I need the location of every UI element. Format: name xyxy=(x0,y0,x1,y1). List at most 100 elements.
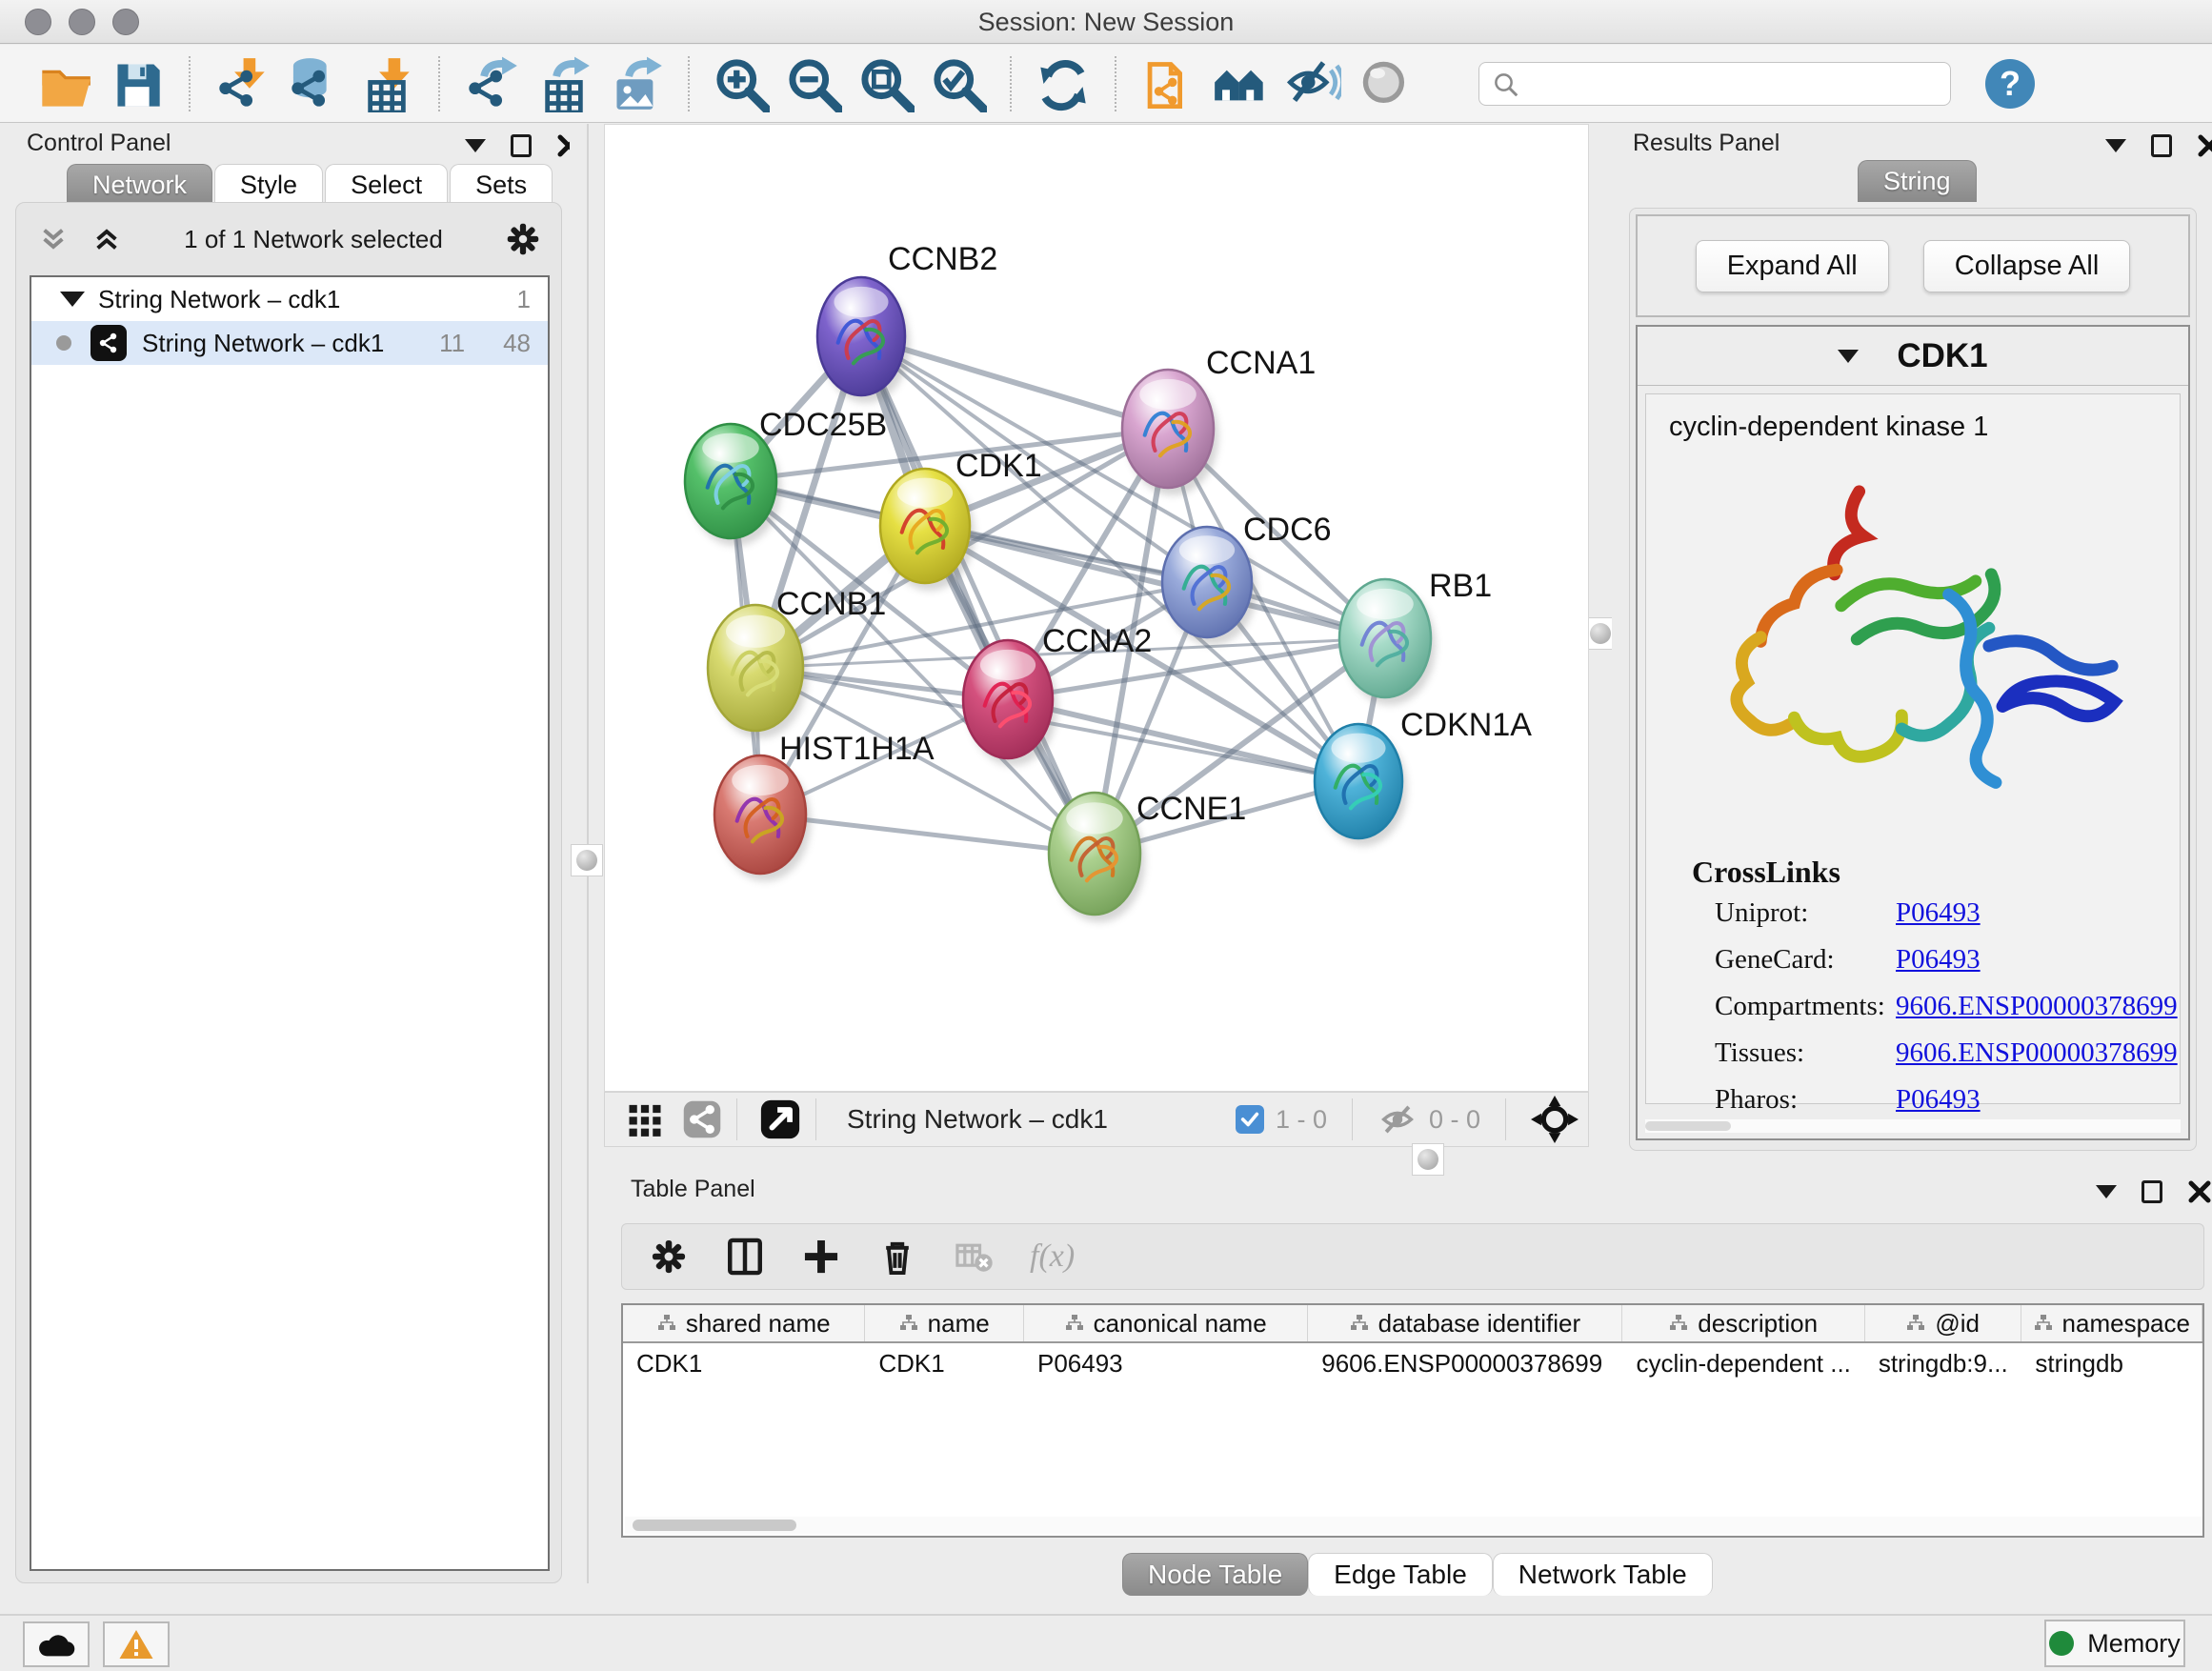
column-header-shared-name[interactable]: shared name xyxy=(623,1305,865,1341)
warning-status-button[interactable] xyxy=(103,1621,170,1667)
table-cell[interactable]: 9606.ENSP00000378699 xyxy=(1308,1343,1622,1383)
node-label-CCNB1: CCNB1 xyxy=(776,586,886,622)
gene-collapse-caret-icon[interactable] xyxy=(1838,350,1859,363)
tab-sets[interactable]: Sets xyxy=(450,164,553,206)
collapse-all-icon[interactable] xyxy=(37,224,70,254)
tab-network[interactable]: Network xyxy=(67,164,212,206)
results-panel-menu-caret-icon[interactable] xyxy=(2105,139,2126,152)
fit-content-crosshair-icon[interactable] xyxy=(1531,1096,1579,1143)
share-view-icon[interactable] xyxy=(681,1098,723,1140)
show-columns-icon[interactable] xyxy=(725,1237,765,1277)
tab-string[interactable]: String xyxy=(1858,160,1977,202)
tab-edge-table[interactable]: Edge Table xyxy=(1308,1553,1493,1596)
tab-network-table[interactable]: Network Table xyxy=(1493,1553,1713,1596)
network-node-CDKN1A[interactable]: CDKN1A xyxy=(1315,707,1532,846)
column-header--id[interactable]: @id xyxy=(1865,1305,2022,1341)
table-options-gear-icon[interactable] xyxy=(649,1237,689,1277)
expand-all-icon[interactable] xyxy=(90,224,123,254)
zoom-selected-button[interactable] xyxy=(922,51,995,116)
export-table-button[interactable] xyxy=(528,51,600,116)
left-splitter-handle[interactable] xyxy=(571,844,603,876)
table-panel-float-icon[interactable] xyxy=(2142,1180,2162,1203)
homes-button[interactable] xyxy=(1204,51,1277,116)
show-all-button[interactable] xyxy=(1349,51,1421,116)
network-node-RB1[interactable]: RB1 xyxy=(1339,568,1492,705)
column-header-description[interactable]: description xyxy=(1622,1305,1864,1341)
expand-all-button[interactable]: Expand All xyxy=(1696,240,1889,292)
bottom-splitter-handle[interactable] xyxy=(1412,1143,1444,1176)
homes-icon xyxy=(1212,55,1269,112)
table-cell[interactable]: CDK1 xyxy=(865,1343,1024,1383)
open-session-button[interactable] xyxy=(29,51,101,116)
tab-select[interactable]: Select xyxy=(325,164,448,206)
search-input[interactable] xyxy=(1478,62,1951,106)
selected-nodes-checkbox[interactable] xyxy=(1236,1105,1264,1134)
crosslink-link[interactable]: P06493 xyxy=(1896,944,1981,976)
results-panel-close-icon[interactable] xyxy=(2197,133,2212,158)
crosslink-link[interactable]: P06493 xyxy=(1896,897,1981,929)
network-node-CDC6[interactable]: CDC6 xyxy=(1162,512,1332,645)
table-horizontal-scrollbar[interactable] xyxy=(625,1517,2202,1534)
crosslink-link[interactable]: 9606.ENSP00000378699 xyxy=(1896,1037,2178,1069)
tab-style[interactable]: Style xyxy=(214,164,323,206)
table-cell[interactable]: stringdb xyxy=(2021,1343,2202,1383)
import-network-button[interactable] xyxy=(206,51,278,116)
crosslink-row: Uniprot: P06493 xyxy=(1715,897,2180,929)
column-header-namespace[interactable]: namespace xyxy=(2021,1305,2202,1341)
node-label-CCNA1: CCNA1 xyxy=(1206,345,1316,381)
refresh-button[interactable] xyxy=(1027,51,1099,116)
import-network-database-button[interactable] xyxy=(278,51,351,116)
network-node-CCNE1[interactable]: CCNE1 xyxy=(1049,791,1246,922)
memory-button[interactable]: Memory xyxy=(2044,1620,2185,1667)
crosslink-link[interactable]: 9606.ENSP00000378699 xyxy=(1896,991,2178,1022)
table-cell[interactable]: P06493 xyxy=(1024,1343,1308,1383)
control-panel-float-icon[interactable] xyxy=(511,134,532,157)
delete-column-icon[interactable] xyxy=(877,1237,917,1277)
table-cell[interactable]: cyclin-dependent ... xyxy=(1622,1343,1864,1383)
column-header-canonical-name[interactable]: canonical name xyxy=(1024,1305,1308,1341)
open-session-icon xyxy=(36,55,93,112)
network-node-CCNA1[interactable]: CCNA1 xyxy=(1122,345,1316,495)
share-document-button[interactable] xyxy=(1132,51,1204,116)
export-image-button[interactable] xyxy=(600,51,673,116)
column-tree-icon xyxy=(1350,1314,1369,1333)
zoom-out-icon xyxy=(785,55,842,112)
collection-expand-caret-icon[interactable] xyxy=(60,292,85,307)
network-row-selected[interactable]: String Network – cdk1 1148 xyxy=(31,321,548,365)
table-cell[interactable]: CDK1 xyxy=(623,1343,865,1383)
zoom-in-button[interactable] xyxy=(705,51,777,116)
add-column-icon[interactable] xyxy=(801,1237,841,1277)
left-splitter[interactable] xyxy=(570,124,604,1583)
grid-view-icon[interactable] xyxy=(624,1098,666,1140)
network-collection-row[interactable]: String Network – cdk1 1 xyxy=(31,277,548,321)
results-panel-float-icon[interactable] xyxy=(2151,134,2172,157)
table-panel-close-icon[interactable] xyxy=(2187,1179,2212,1204)
node-label-CCNB2: CCNB2 xyxy=(888,241,997,277)
tab-node-table[interactable]: Node Table xyxy=(1122,1553,1308,1596)
zoom-out-button[interactable] xyxy=(777,51,850,116)
collapse-all-button[interactable]: Collapse All xyxy=(1923,240,2131,292)
column-header-database-identifier[interactable]: database identifier xyxy=(1308,1305,1622,1341)
control-panel-menu-caret-icon[interactable] xyxy=(465,139,486,152)
export-network-button[interactable] xyxy=(455,51,528,116)
birdseye-view-icon[interactable] xyxy=(758,1097,802,1141)
column-header-name[interactable]: name xyxy=(865,1305,1024,1341)
zoom-fit-button[interactable] xyxy=(850,51,922,116)
table-row[interactable]: CDK1CDK1P064939606.ENSP00000378699cyclin… xyxy=(623,1343,2202,1383)
network-node-HIST1H1A[interactable]: HIST1H1A xyxy=(714,731,935,881)
save-session-button[interactable] xyxy=(101,51,173,116)
table-panel-menu-caret-icon[interactable] xyxy=(2096,1185,2117,1198)
edge-CCNB2-CCNE1[interactable] xyxy=(861,336,1095,854)
network-options-gear-icon[interactable] xyxy=(504,220,542,258)
crosslink-label: Pharos: xyxy=(1715,1084,1896,1116)
node-label-CCNA2: CCNA2 xyxy=(1042,623,1152,659)
cloud-status-button[interactable] xyxy=(23,1621,90,1667)
column-tree-icon xyxy=(657,1314,676,1333)
hide-selected-button[interactable] xyxy=(1277,51,1349,116)
results-scrollbar[interactable] xyxy=(1645,1119,2181,1133)
import-table-button[interactable] xyxy=(351,51,423,116)
crosslink-link[interactable]: P06493 xyxy=(1896,1084,1981,1116)
network-canvas[interactable]: CCNB2 CCNA1 CDC25B CDK1 CDC6 xyxy=(604,124,1589,1092)
table-cell[interactable]: stringdb:9... xyxy=(1865,1343,2022,1383)
help-button[interactable]: ? xyxy=(1985,59,2035,109)
